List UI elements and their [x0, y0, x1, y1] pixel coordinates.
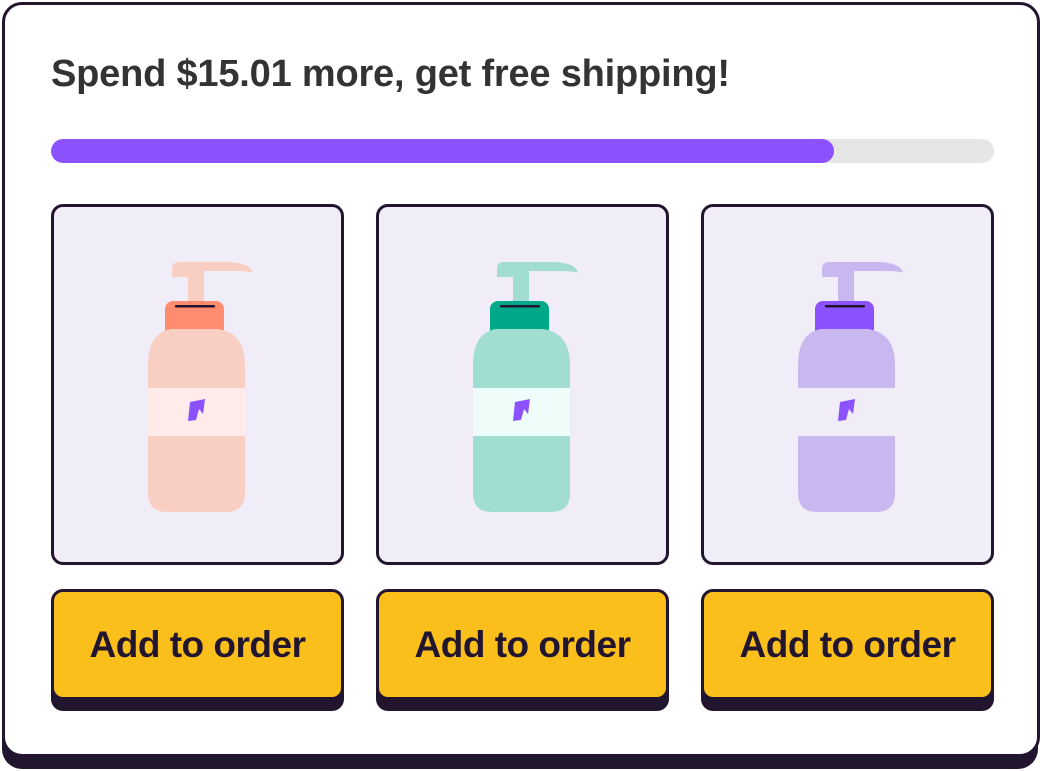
- product-tile[interactable]: [376, 204, 669, 565]
- free-shipping-headline: Spend $15.01 more, get free shipping!: [51, 53, 730, 95]
- button-label: Add to order: [89, 623, 306, 665]
- add-to-order-button[interactable]: Add to order: [701, 589, 994, 712]
- free-shipping-card: Spend $15.01 more, get free shipping! Ad…: [2, 2, 1040, 757]
- product-tile[interactable]: [701, 204, 994, 565]
- add-to-order-button[interactable]: Add to order: [51, 589, 344, 712]
- button-face[interactable]: Add to order: [376, 589, 669, 700]
- progress-bar-fill: [51, 139, 834, 163]
- button-face[interactable]: Add to order: [51, 589, 344, 700]
- product-tile[interactable]: [51, 204, 344, 565]
- add-to-order-button[interactable]: Add to order: [376, 589, 669, 712]
- button-label: Add to order: [414, 623, 631, 665]
- button-label: Add to order: [739, 623, 956, 665]
- free-shipping-progress-bar: [51, 139, 994, 163]
- pump-bottle-icon: [798, 262, 903, 512]
- pump-bottle-icon: [473, 262, 578, 512]
- pump-bottle-icon: [148, 262, 253, 512]
- button-face[interactable]: Add to order: [701, 589, 994, 700]
